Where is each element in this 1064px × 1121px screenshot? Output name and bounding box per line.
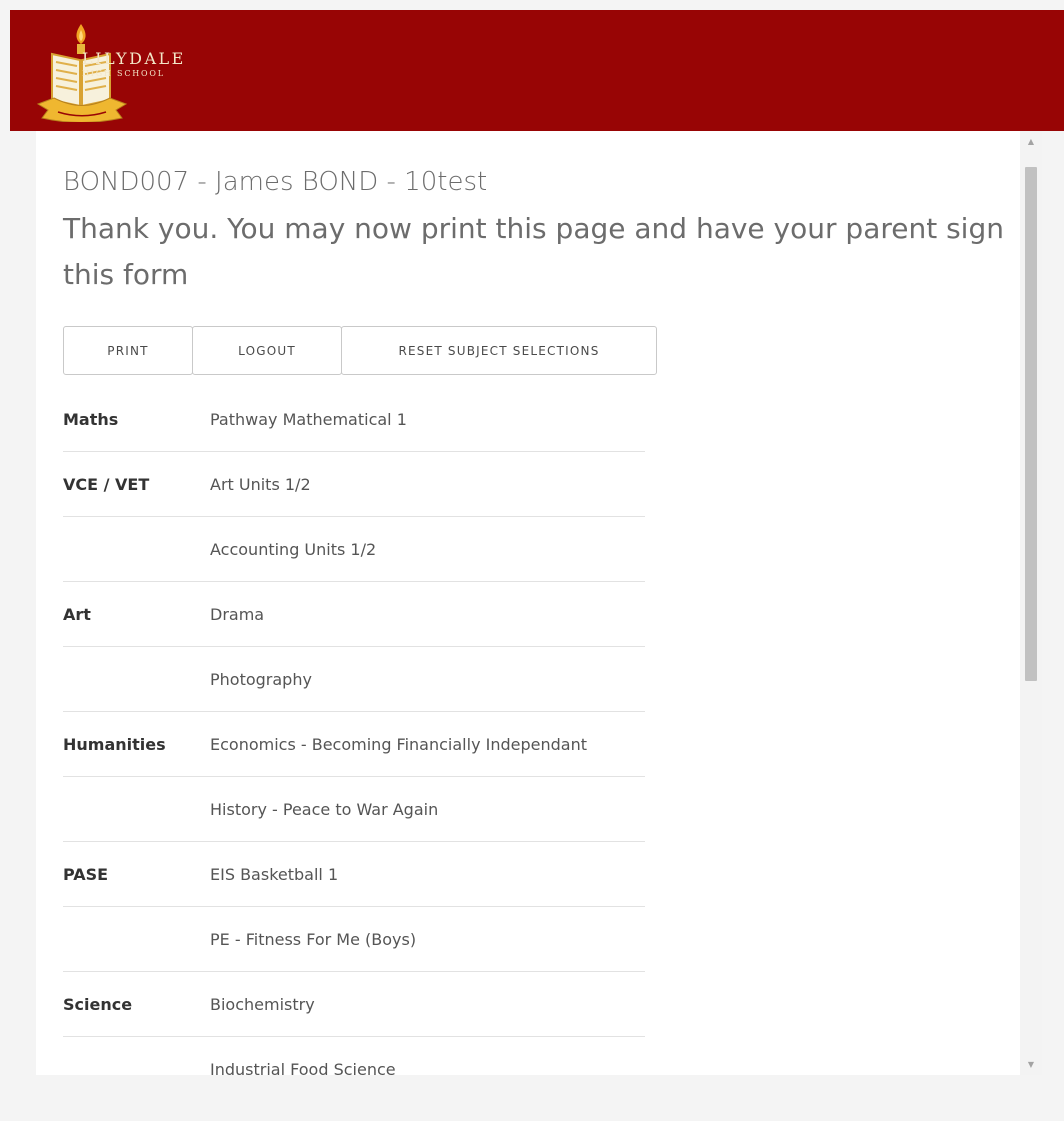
subject-cell: Art Units 1/2 bbox=[210, 474, 311, 494]
reset-subject-selections-button[interactable]: RESET SUBJECT SELECTIONS bbox=[341, 326, 657, 375]
subject-selections-table: Maths Pathway Mathematical 1 VCE / VET A… bbox=[63, 387, 645, 1075]
logout-button[interactable]: LOGOUT bbox=[192, 326, 342, 375]
school-subname: HIGH SCHOOL bbox=[82, 69, 165, 78]
category-cell: PASE bbox=[63, 864, 109, 884]
category-cell: Maths bbox=[63, 409, 119, 429]
table-row: Photography bbox=[63, 647, 645, 712]
table-row: Industrial Food Science bbox=[63, 1037, 645, 1076]
subject-cell: EIS Basketball 1 bbox=[210, 864, 339, 884]
table-row: Maths Pathway Mathematical 1 bbox=[63, 387, 645, 452]
scroll-down-arrow-icon[interactable]: ▼ bbox=[1020, 1056, 1042, 1073]
subject-cell: Photography bbox=[210, 669, 312, 689]
category-cell: Art bbox=[63, 604, 91, 624]
category-cell: Science bbox=[63, 994, 133, 1014]
category-cell: Humanities bbox=[63, 734, 166, 754]
table-row: History - Peace to War Again bbox=[63, 777, 645, 842]
site-header: LILYDALE HIGH SCHOOL bbox=[10, 10, 1064, 131]
subject-cell: Accounting Units 1/2 bbox=[210, 539, 377, 559]
subject-cell: Economics - Becoming Financially Indepen… bbox=[210, 734, 587, 754]
table-row: VCE / VET Art Units 1/2 bbox=[63, 452, 645, 517]
table-row: PASE EIS Basketball 1 bbox=[63, 842, 645, 907]
table-row: Science Biochemistry bbox=[63, 972, 645, 1037]
subject-cell: Pathway Mathematical 1 bbox=[210, 409, 407, 429]
action-button-group: PRINT LOGOUT RESET SUBJECT SELECTIONS bbox=[63, 326, 657, 375]
table-row: Humanities Economics - Becoming Financia… bbox=[63, 712, 645, 777]
table-row: Accounting Units 1/2 bbox=[63, 517, 645, 582]
subject-cell: Biochemistry bbox=[210, 994, 315, 1014]
school-name: LILYDALE bbox=[82, 49, 186, 68]
page-subtitle: Thank you. You may now print this page a… bbox=[63, 212, 1004, 291]
subject-cell: Industrial Food Science bbox=[210, 1059, 396, 1076]
vertical-scrollbar[interactable]: ▲ ▼ bbox=[1020, 131, 1042, 1075]
page-title: BOND007 - James BOND - 10test bbox=[63, 167, 488, 197]
print-button[interactable]: PRINT bbox=[63, 326, 193, 375]
category-cell: VCE / VET bbox=[63, 474, 150, 494]
scroll-up-arrow-icon[interactable]: ▲ bbox=[1020, 133, 1042, 150]
subject-cell: Drama bbox=[210, 604, 265, 624]
content-frame: BOND007 - James BOND - 10test Thank you.… bbox=[36, 131, 1042, 1075]
table-row: Art Drama bbox=[63, 582, 645, 647]
school-wordmark: LILYDALE HIGH SCHOOL bbox=[82, 50, 186, 80]
subject-cell: PE - Fitness For Me (Boys) bbox=[210, 929, 417, 949]
table-row: PE - Fitness For Me (Boys) bbox=[63, 907, 645, 972]
scrollbar-thumb[interactable] bbox=[1025, 167, 1037, 681]
subject-cell: History - Peace to War Again bbox=[210, 799, 439, 819]
